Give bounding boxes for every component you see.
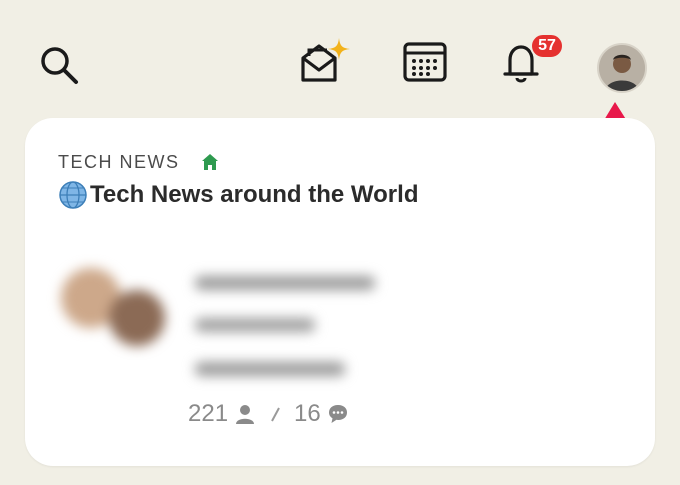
listeners-count: 221	[188, 400, 229, 427]
club-name[interactable]: TECH NEWS	[58, 152, 180, 173]
home-icon	[202, 154, 218, 170]
search-icon[interactable]	[37, 43, 81, 87]
speaker-avatars-blurred	[61, 268, 171, 358]
invite-envelope-icon[interactable]	[297, 36, 353, 86]
globe-icon	[59, 181, 87, 209]
speakers-count: 16	[294, 400, 321, 427]
room-card[interactable]: TECH NEWS Tech News around the World 221	[25, 118, 655, 466]
separator-slash-icon	[271, 407, 280, 422]
calendar-icon[interactable]	[402, 41, 448, 83]
room-stats: 221 16	[188, 400, 349, 428]
notification-badge: 57	[530, 33, 564, 59]
room-title-text: Tech News around the World	[90, 181, 419, 208]
room-title: Tech News around the World	[58, 180, 418, 210]
speaker-names-blurred	[185, 270, 415, 390]
person-icon	[236, 405, 255, 424]
profile-avatar[interactable]	[597, 43, 647, 93]
top-bar: 57	[0, 0, 680, 202]
chat-bubble-icon	[328, 405, 347, 423]
avatar-photo	[599, 45, 645, 91]
